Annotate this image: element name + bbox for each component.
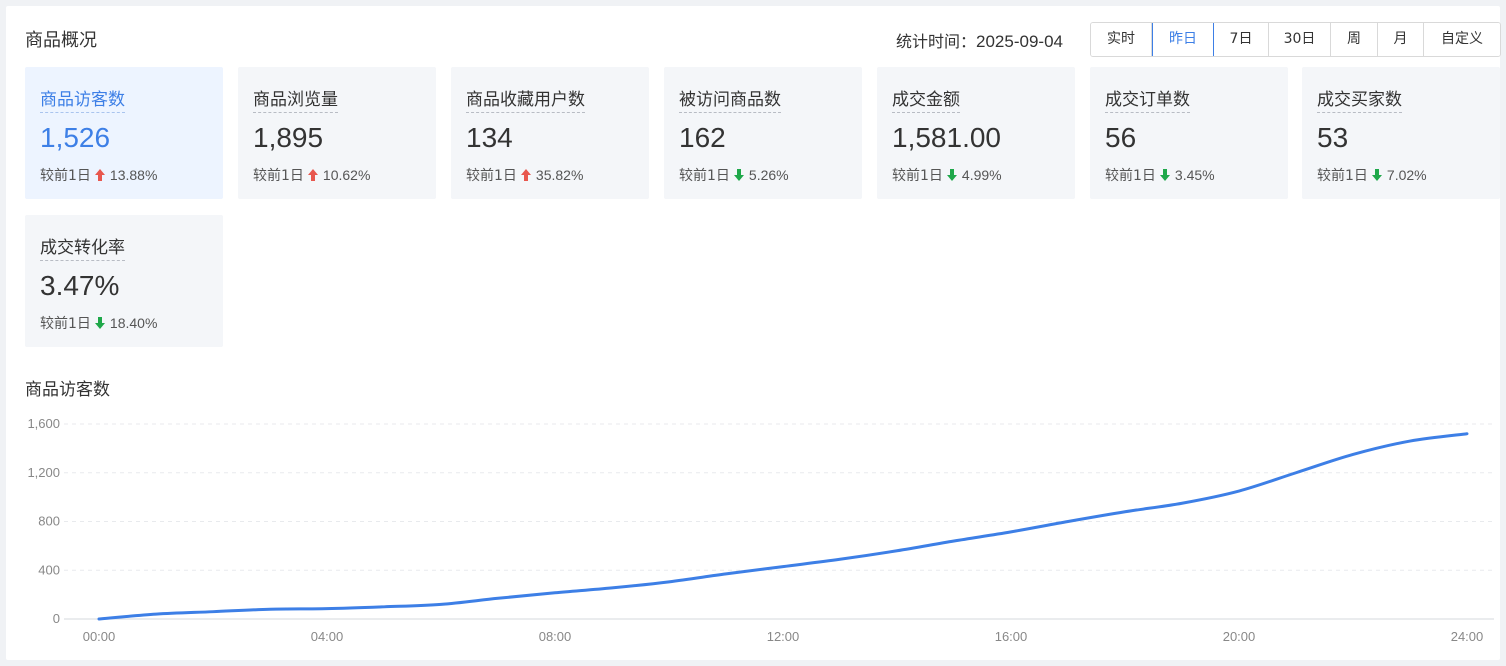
metric-change: 5.26% [748,167,789,183]
metric-change: 3.45% [1174,167,1215,183]
range-realtime-button[interactable]: 实时 [1091,23,1152,56]
metric-compare: 较前1日 35.82% [466,165,583,185]
metric-card-deal-buyers[interactable]: 成交买家数 53 较前1日 7.02% [1302,67,1500,199]
metric-card-product-visitors[interactable]: 商品访客数 1,526 较前1日 13.88% [25,67,223,199]
stat-time-label: 统计时间： [896,32,977,51]
x-tick-label: 12:00 [767,629,800,644]
compare-label: 较前1日 [466,168,517,184]
x-tick-label: 16:00 [995,629,1028,644]
metric-label: 被访问商品数 [679,85,781,113]
metric-value: 3.47% [40,270,120,301]
metric-label: 成交订单数 [1105,85,1190,113]
metric-card-deal-orders[interactable]: 成交订单数 56 较前1日 3.45% [1090,67,1288,199]
range-month-button[interactable]: 月 [1378,23,1424,56]
metric-card-deal-conversion-rate[interactable]: 成交转化率 3.47% 较前1日 18.40% [25,215,223,347]
arrow-down-icon [1371,169,1382,181]
y-tick-label: 1,600 [27,416,60,431]
chart-title: 商品访客数 [25,380,110,400]
metric-change: 4.99% [961,167,1002,183]
compare-label: 较前1日 [40,168,91,184]
x-tick-label: 08:00 [539,629,572,644]
metric-change: 35.82% [535,167,584,183]
metric-label: 商品访客数 [40,85,125,113]
arrow-down-icon [946,169,957,181]
metric-card-visited-products[interactable]: 被访问商品数 162 较前1日 5.26% [664,67,862,199]
arrow-up-icon [520,169,531,181]
metric-card-product-pageviews[interactable]: 商品浏览量 1,895 较前1日 10.62% [238,67,436,199]
compare-label: 较前1日 [1105,168,1156,184]
metric-value: 162 [679,122,726,153]
metric-change: 13.88% [109,167,158,183]
metric-label: 商品收藏用户数 [466,85,585,113]
range-yesterday-button[interactable]: 昨日 [1152,23,1214,56]
metric-compare: 较前1日 18.40% [40,313,157,333]
metric-change: 7.02% [1386,167,1427,183]
arrow-down-icon [1159,169,1170,181]
arrow-up-icon [307,169,318,181]
metric-value: 1,895 [253,122,324,153]
metric-label: 成交转化率 [40,233,125,261]
metric-compare: 较前1日 3.45% [1105,165,1215,185]
stat-time-value: 2025-09-04 [976,32,1063,51]
metric-label: 成交金额 [892,85,960,113]
x-tick-label: 24:00 [1451,629,1484,644]
x-tick-label: 00:00 [83,629,116,644]
range-week-button[interactable]: 周 [1331,23,1378,56]
metric-compare: 较前1日 13.88% [40,165,157,185]
metric-card-deal-amount[interactable]: 成交金额 1,581.00 较前1日 4.99% [877,67,1075,199]
metric-value: 1,526 [40,122,111,153]
metric-label: 成交买家数 [1317,85,1402,113]
metric-compare: 较前1日 10.62% [253,165,370,185]
metric-label: 商品浏览量 [253,85,338,113]
page-title: 商品概况 [25,30,97,51]
series-line[interactable] [97,432,1469,621]
compare-label: 较前1日 [892,168,943,184]
metric-value: 1,581.00 [892,122,1001,153]
metric-change: 10.62% [322,167,371,183]
product-overview-panel: 商品概况 统计时间：2025-09-04 实时 昨日 7日 30日 周 月 自定… [6,6,1501,660]
metric-value: 134 [466,122,513,153]
range-custom-button[interactable]: 自定义 [1424,23,1500,56]
compare-label: 较前1日 [679,168,730,184]
metric-compare: 较前1日 5.26% [679,165,789,185]
visitor-line-chart: 0 400 800 1,200 1,600 00:00 04:00 08:00 12:00 16:… [27,416,1494,644]
range-7d-button[interactable]: 7日 [1214,23,1269,56]
metric-value: 56 [1105,122,1137,153]
metric-value: 53 [1317,122,1349,153]
metric-change: 18.40% [109,315,158,331]
y-tick-label: 1,200 [27,465,60,480]
metric-card-product-favorite-users[interactable]: 商品收藏用户数 134 较前1日 35.82% [451,67,649,199]
time-range-selector: 实时 昨日 7日 30日 周 月 自定义 [1090,22,1501,57]
compare-label: 较前1日 [1317,168,1368,184]
arrow-up-icon [94,169,105,181]
metric-compare: 较前1日 7.02% [1317,165,1427,185]
x-tick-label: 20:00 [1223,629,1256,644]
y-tick-label: 800 [38,514,60,529]
compare-label: 较前1日 [253,168,304,184]
metric-compare: 较前1日 4.99% [892,165,1002,185]
arrow-down-icon [733,169,744,181]
stat-time: 统计时间：2025-09-04 [896,28,1063,52]
x-tick-label: 04:00 [311,629,344,644]
y-tick-label: 0 [53,611,60,626]
arrow-down-icon [94,317,105,329]
compare-label: 较前1日 [40,316,91,332]
range-30d-button[interactable]: 30日 [1269,23,1331,56]
y-tick-label: 400 [38,562,60,577]
